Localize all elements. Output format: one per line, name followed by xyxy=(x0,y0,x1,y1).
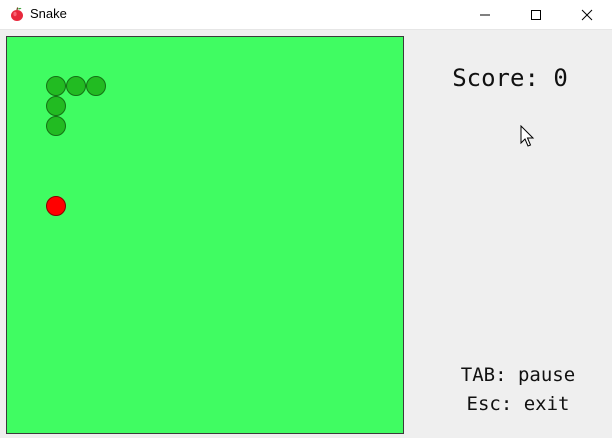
maximize-button[interactable] xyxy=(510,0,562,29)
snake-segment xyxy=(46,116,66,136)
mouse-cursor-icon xyxy=(520,125,535,147)
minimize-button[interactable] xyxy=(459,0,511,29)
title-bar[interactable]: Snake xyxy=(0,0,612,30)
window-title: Snake xyxy=(30,6,67,21)
minimize-icon xyxy=(480,14,490,15)
snake-head xyxy=(46,76,66,96)
game-window-client: Score: 0 TAB: pause Esc: exit xyxy=(0,30,612,438)
exit-hint: Esc: exit xyxy=(466,393,570,415)
score-label: Score: 0 xyxy=(452,64,568,92)
game-board[interactable] xyxy=(6,36,404,434)
maximize-icon xyxy=(531,9,541,20)
close-icon xyxy=(581,9,593,20)
close-button[interactable] xyxy=(561,0,612,29)
snake-segment xyxy=(66,76,86,96)
pause-hint: TAB: pause xyxy=(460,364,576,386)
snake-segment xyxy=(46,96,66,116)
apple-food xyxy=(46,196,66,216)
snake-segment xyxy=(86,76,106,96)
apple-icon xyxy=(11,7,23,21)
